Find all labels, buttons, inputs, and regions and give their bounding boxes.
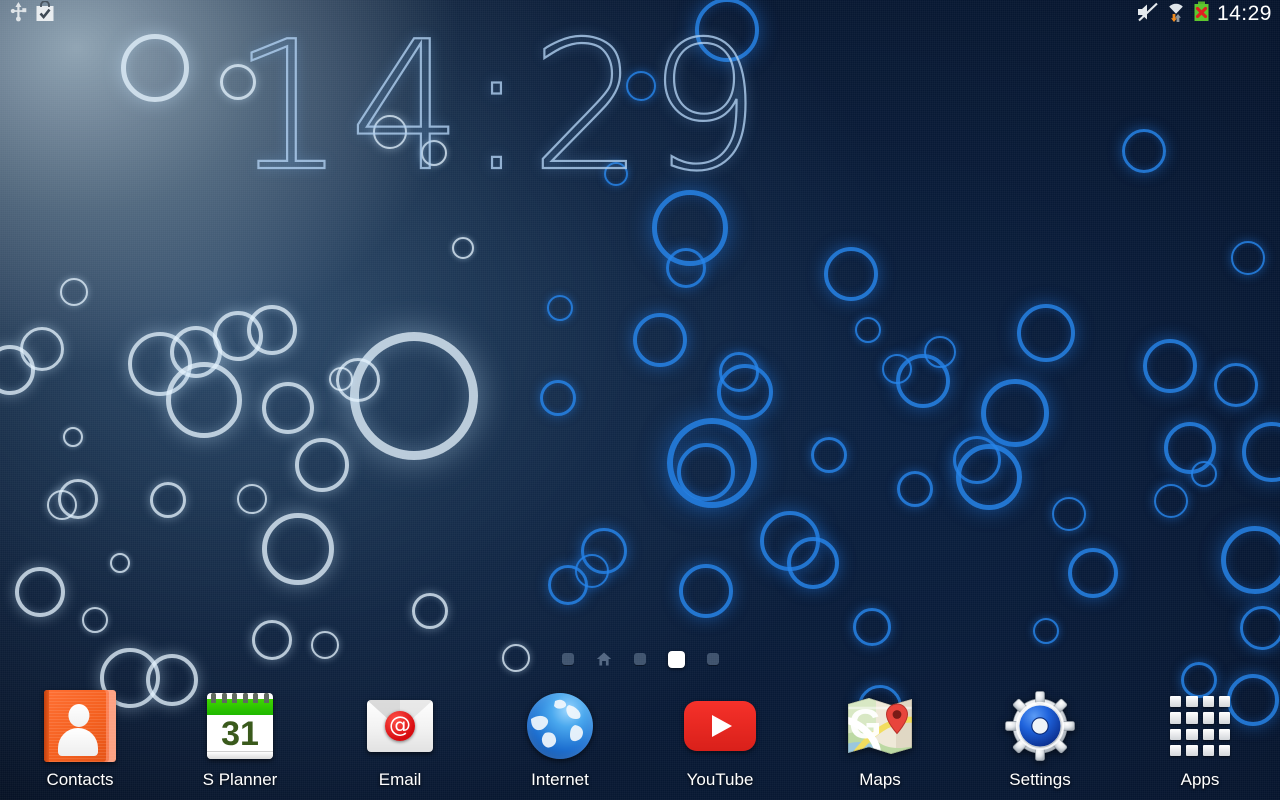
internet-globe-icon[interactable] — [524, 690, 596, 762]
dock-app-maps[interactable]: G Maps — [800, 680, 960, 792]
dock-app-apps-drawer[interactable]: Apps — [1120, 680, 1280, 792]
play-store-update-icon — [35, 0, 55, 27]
page-indicator-home-icon[interactable] — [596, 651, 612, 667]
dock-app-label: S Planner — [202, 770, 278, 789]
dock-app-email[interactable]: @ Email — [320, 680, 480, 792]
page-indicator[interactable] — [0, 649, 1280, 669]
dock-app-settings[interactable]: Settings — [960, 680, 1120, 792]
dock-app-s-planner[interactable]: 31 S Planner — [160, 680, 320, 792]
dock-app-label: YouTube — [686, 770, 754, 789]
clock-widget[interactable]: 14:29 — [231, 16, 765, 196]
home-screen: 14:29 14:29 Contacts 31 S Planner @ Emai… — [0, 0, 1280, 800]
contacts-icon[interactable] — [44, 690, 116, 762]
battery-error-icon — [1193, 1, 1210, 27]
dock-app-label: Email — [378, 770, 422, 789]
email-icon[interactable]: @ — [364, 690, 436, 762]
settings-gear-icon[interactable] — [1004, 690, 1076, 762]
wifi-icon — [1166, 1, 1186, 28]
apps-grid-icon[interactable] — [1164, 690, 1236, 762]
page-indicator-dot-5[interactable] — [706, 653, 719, 665]
page-indicator-dot-1[interactable] — [561, 653, 574, 665]
dock-app-internet[interactable]: Internet — [480, 680, 640, 792]
s-planner-icon[interactable]: 31 — [204, 690, 276, 762]
at-glyph: @ — [385, 711, 415, 741]
s-planner-day: 31 — [221, 715, 259, 753]
status-bar-right-icons: 14:29 — [1137, 0, 1272, 28]
dock-app-youtube[interactable]: YouTube — [640, 680, 800, 792]
dock-app-label: Internet — [531, 770, 589, 789]
dock-app-label: Settings — [1009, 770, 1071, 789]
dock-app-label: Maps — [859, 770, 901, 789]
status-bar-left-icons — [10, 0, 55, 28]
youtube-icon[interactable] — [684, 690, 756, 762]
dock-app-label: Contacts — [46, 770, 114, 789]
dock-app-label: Apps — [1180, 770, 1220, 789]
maps-g-glyph: G — [849, 700, 882, 747]
status-bar-clock: 14:29 — [1216, 2, 1272, 25]
mute-icon — [1137, 2, 1159, 27]
dock-app-contacts[interactable]: Contacts — [0, 680, 160, 792]
maps-icon[interactable]: G — [844, 690, 916, 762]
dock: Contacts 31 S Planner @ Email Internet Y… — [0, 680, 1280, 792]
status-bar[interactable]: 14:29 — [0, 0, 1280, 28]
usb-icon — [10, 1, 27, 27]
page-indicator-dot-4-active[interactable] — [667, 650, 685, 668]
page-indicator-dot-3[interactable] — [633, 653, 646, 665]
